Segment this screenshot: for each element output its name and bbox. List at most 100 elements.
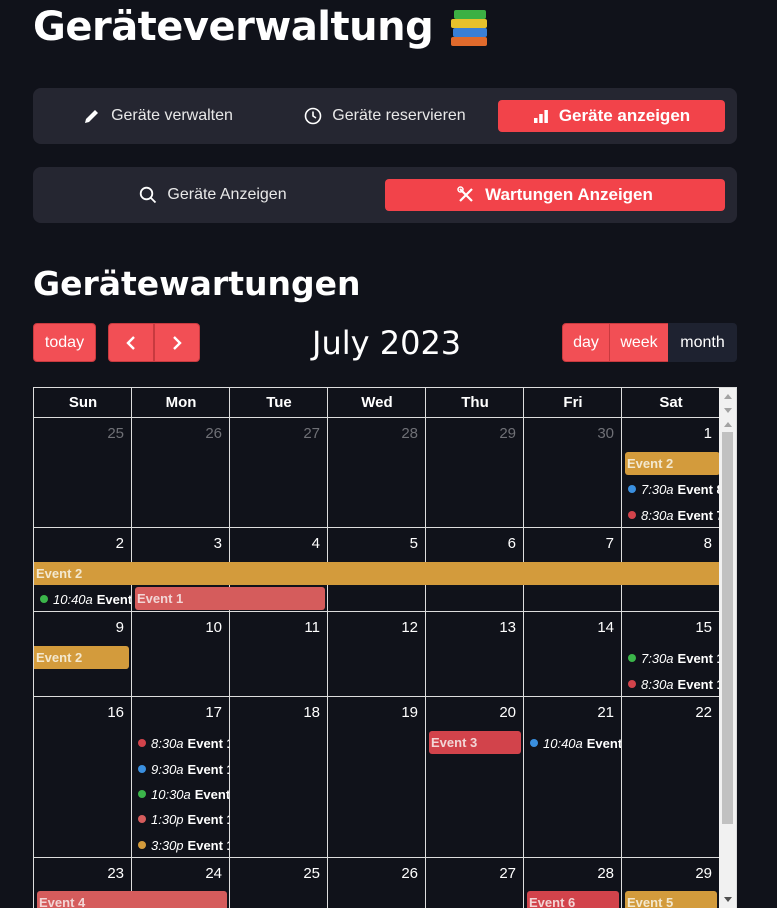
nav-item-geraete-anzeigen[interactable]: Geräte anzeigen [498, 100, 725, 132]
event-dot [530, 739, 538, 747]
event-title: Event 8 [677, 481, 720, 497]
day-number[interactable]: 19 [328, 704, 418, 721]
day-number[interactable]: 7 [524, 535, 614, 552]
day-number[interactable]: 22 [622, 704, 712, 721]
day-number[interactable]: 1 [622, 425, 712, 442]
event-item[interactable]: 1:30pEvent 15 [132, 809, 229, 829]
day-number[interactable]: 5 [328, 535, 418, 552]
day-number[interactable]: 25 [34, 425, 124, 442]
event-item[interactable]: 3:30pEvent 16 [132, 835, 229, 855]
page-title-text: Geräteverwaltung [33, 4, 434, 50]
view-day-button[interactable]: day [562, 323, 610, 362]
event-bar[interactable]: Event 1 [135, 587, 325, 610]
event-item[interactable]: 7:30a Event 8 [622, 479, 720, 499]
weekday-header: Sat [659, 394, 683, 411]
event-item[interactable]: 10:40aEvent 9 [34, 589, 131, 609]
day-number[interactable]: 28 [328, 425, 418, 442]
weekday-header: Wed [361, 394, 393, 411]
day-number[interactable]: 28 [524, 865, 614, 882]
day-number[interactable]: 13 [426, 619, 516, 636]
day-number[interactable]: 17 [132, 704, 222, 721]
event-time: 10:40a [53, 591, 93, 607]
day-number[interactable]: 12 [328, 619, 418, 636]
day-number[interactable]: 27 [426, 865, 516, 882]
event-item[interactable]: 10:30aEvent 14 [132, 784, 229, 804]
day-number[interactable]: 8 [622, 535, 712, 552]
today-button[interactable]: today [33, 323, 96, 362]
event-title: Event 7 [677, 507, 720, 523]
event-bar[interactable]: Event 6 [527, 891, 619, 908]
event-dot [628, 680, 636, 688]
weekday-header: Thu [461, 394, 489, 411]
day-number[interactable]: 30 [524, 425, 614, 442]
event-item[interactable]: 8:30aEvent 11 [622, 674, 720, 694]
view-week-button[interactable]: week [609, 323, 669, 362]
chevron-left-icon [126, 335, 135, 350]
event-item[interactable]: 8:30a Event 7 [622, 505, 720, 525]
day-number[interactable]: 29 [426, 425, 516, 442]
day-number[interactable]: 10 [132, 619, 222, 636]
day-number[interactable]: 24 [132, 865, 222, 882]
nav-item-geraete-anzeigen-list[interactable]: Geräte Anzeigen [133, 179, 293, 211]
nav-item-geraete-reservieren[interactable]: Geräte reservieren [295, 100, 475, 132]
day-number[interactable]: 26 [132, 425, 222, 442]
day-number[interactable]: 27 [230, 425, 320, 442]
event-item[interactable]: 8:30aEvent 12 [132, 733, 229, 753]
event-bar[interactable]: Event 5 [625, 891, 717, 908]
day-number[interactable]: 4 [230, 535, 320, 552]
weekday-header: Sun [68, 394, 98, 411]
next-button[interactable] [154, 323, 200, 362]
event-time: 8:30a [151, 735, 184, 751]
day-number[interactable]: 23 [34, 865, 124, 882]
books-icon [449, 6, 491, 48]
pencil-icon [85, 110, 99, 123]
scroll-down-icon[interactable] [724, 408, 732, 413]
event-time: 8:30a [641, 507, 674, 523]
section-title: Gerätewartungen [33, 264, 361, 303]
day-number[interactable]: 20 [426, 704, 516, 721]
event-title: Event 9 [96, 591, 131, 607]
month-calendar: Sun Mon Tue Wed Thu Fri Sat 25 26 27 28 … [33, 387, 737, 908]
event-time: 10:30a [151, 786, 191, 802]
nav-item-geraete-verwalten[interactable]: Geräte verwalten [73, 100, 243, 132]
scroll-down-icon[interactable] [724, 897, 732, 902]
event-bar[interactable]: Event 2 [625, 452, 720, 475]
event-title: Event 16 [187, 837, 229, 853]
day-number[interactable]: 29 [622, 865, 712, 882]
event-item[interactable]: 9:30aEvent 13 [132, 759, 229, 779]
day-number[interactable]: 14 [524, 619, 614, 636]
event-time: 10:40a [543, 735, 583, 751]
month-title: July 2023 [312, 324, 462, 362]
nav-item-wartungen-anzeigen[interactable]: Wartungen Anzeigen [385, 179, 725, 211]
scroll-thumb[interactable] [722, 432, 733, 824]
nav-item-label: Geräte verwalten [111, 107, 233, 124]
day-number[interactable]: 21 [524, 704, 614, 721]
event-dot [40, 595, 48, 603]
event-bar[interactable]: Event 2 [34, 562, 720, 585]
event-bar[interactable]: Event 3 [429, 731, 521, 754]
day-number[interactable]: 6 [426, 535, 516, 552]
day-number[interactable]: 9 [34, 619, 124, 636]
day-number[interactable]: 11 [230, 619, 320, 636]
day-number[interactable]: 16 [34, 704, 124, 721]
calendar-scrollbar[interactable] [719, 388, 736, 908]
tools-icon [457, 186, 473, 202]
day-number[interactable]: 2 [34, 535, 124, 552]
event-item[interactable]: 10:40aEvent 17 [524, 733, 621, 753]
event-bar[interactable]: Event 4 [37, 891, 227, 908]
day-number[interactable]: 18 [230, 704, 320, 721]
view-month-button[interactable]: month [668, 323, 737, 362]
event-bar[interactable]: Event 2 [34, 646, 129, 669]
day-number[interactable]: 25 [230, 865, 320, 882]
clock-icon [304, 107, 322, 125]
prev-button[interactable] [108, 323, 154, 362]
scroll-up-icon[interactable] [724, 394, 732, 399]
event-item[interactable]: 7:30aEvent 10 [622, 648, 720, 668]
day-number[interactable]: 15 [622, 619, 712, 636]
day-number[interactable]: 26 [328, 865, 418, 882]
scroll-up-icon[interactable] [724, 422, 732, 427]
event-title: Event 11 [677, 676, 720, 692]
day-number[interactable]: 3 [132, 535, 222, 552]
event-dot [628, 511, 636, 519]
event-time: 8:30a [641, 676, 674, 692]
